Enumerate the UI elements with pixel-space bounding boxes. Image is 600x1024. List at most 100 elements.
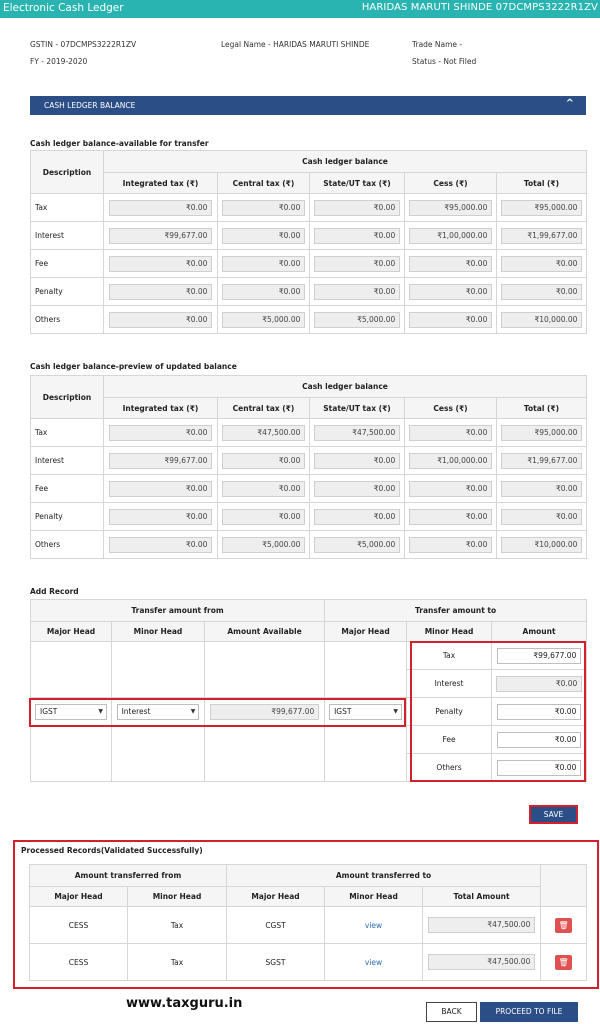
table-row: Interest ₹99,677.00 ₹0.00 ₹0.00 ₹1,00,000.00… (30, 446, 587, 475)
row-label: Interest (30, 446, 104, 475)
balance-value-field: ₹5,000.00 (313, 311, 401, 328)
balance-value-field: ₹0.00 (221, 283, 306, 300)
chevron-down-icon: ▼ (190, 707, 196, 715)
balance-value-field: ₹0.00 (221, 480, 306, 497)
col-cess: Cess (₹) (404, 397, 497, 419)
gstin-text: GSTIN - 07DCMPS3222R1ZV (30, 40, 137, 49)
balance-value-field: ₹0.00 (313, 508, 401, 525)
from-minor-head-select[interactable]: Interest ▼ (116, 703, 200, 720)
col-total-amount: Total Amount (422, 886, 542, 907)
available-balance-title: Cash ledger balance-available for transf… (30, 139, 209, 148)
to-minor-label: Others (406, 753, 493, 782)
balance-value-field: ₹0.00 (221, 452, 306, 469)
balance-value-field: ₹47,500.00 (221, 424, 306, 441)
balance-value-field: ₹0.00 (221, 508, 306, 525)
fy-text: FY - 2019-2020 (30, 57, 88, 66)
to-major-head-select[interactable]: IGST ▼ (329, 703, 402, 720)
to-amount-others-input[interactable]: ₹0.00 (496, 759, 582, 776)
transferred-to-header: Amount transferred to (226, 864, 542, 887)
balance-value-field: ₹0.00 (221, 227, 306, 244)
balance-value-field: ₹0.00 (408, 255, 493, 272)
save-button[interactable]: SAVE (529, 805, 578, 824)
table-row: CESS Tax CGST view ₹47,500.00 🗑 (29, 906, 588, 944)
add-record-title: Add Record (30, 587, 79, 596)
trash-icon[interactable]: 🗑 (555, 954, 573, 970)
processed-records-title: Processed Records(Validated Successfully… (21, 846, 203, 855)
balance-value-field: ₹99,677.00 (108, 452, 213, 469)
col-description: Description (30, 150, 104, 194)
back-button[interactable]: BACK (426, 1002, 477, 1022)
balance-value-field: ₹0.00 (313, 452, 401, 469)
row-label: Tax (30, 418, 104, 447)
col-major-head: Major Head (29, 886, 128, 907)
col-cess: Cess (₹) (404, 172, 497, 194)
to-minor-label: Penalty (406, 697, 493, 726)
row-label: Tax (30, 193, 104, 222)
processed-records-table: Amount transferred from Amount transferr… (28, 864, 588, 981)
view-link[interactable]: view (365, 921, 382, 930)
transfer-from-header: Transfer amount from (29, 599, 326, 622)
transferred-from-header: Amount transferred from (28, 864, 228, 887)
balance-value-field: ₹10,000.00 (500, 311, 583, 328)
watermark-text: www.taxguru.in (126, 996, 243, 1011)
balance-value-field: ₹0.00 (108, 480, 213, 497)
from-major-head: CESS (68, 957, 89, 967)
preview-balance-table: Description Cash ledger balance Integrat… (30, 375, 587, 559)
col-major-head: Major Head (30, 621, 112, 642)
row-label: Fee (30, 249, 104, 278)
balance-value-field: ₹1,00,000.00 (408, 227, 493, 244)
balance-value-field: ₹1,99,677.00 (500, 452, 583, 469)
balance-value-field: ₹5,000.00 (313, 536, 401, 553)
row-label: Others (30, 530, 104, 559)
from-major-head: CESS (68, 920, 89, 930)
col-state-tax: State/UT tax (₹) (309, 172, 405, 194)
col-total: Total (₹) (496, 172, 587, 194)
col-amount-available: Amount Available (203, 621, 326, 642)
col-to-minor-head: Minor Head (406, 621, 493, 642)
view-link[interactable]: view (365, 958, 382, 967)
balance-value-field: ₹95,000.00 (500, 424, 583, 441)
col-minor-head: Minor Head (111, 621, 205, 642)
col-to-minor-head: Minor Head (324, 886, 424, 907)
accordion-label: CASH LEDGER BALANCE (44, 101, 136, 110)
amount-available-field: ₹99,677.00 (209, 703, 320, 720)
trash-icon[interactable]: 🗑 (555, 917, 573, 933)
total-amount-field: ₹47,500.00 (427, 954, 536, 970)
balance-value-field: ₹0.00 (408, 508, 493, 525)
balance-value-field: ₹0.00 (108, 508, 213, 525)
balance-value-field: ₹0.00 (313, 480, 401, 497)
from-major-head-select[interactable]: IGST ▼ (35, 703, 107, 720)
balance-value-field: ₹0.00 (500, 255, 583, 272)
row-label: Interest (30, 221, 104, 250)
col-minor-head: Minor Head (126, 886, 228, 907)
balance-value-field: ₹0.00 (408, 480, 493, 497)
table-row: Tax ₹0.00 ₹47,500.00 ₹47,500.00 ₹0.00 ₹95,000… (30, 418, 587, 447)
preview-balance-title: Cash ledger balance-preview of updated b… (30, 362, 237, 371)
chevron-down-icon: ▼ (393, 707, 398, 715)
to-amount-fee-input[interactable]: ₹0.00 (496, 731, 582, 748)
to-amount-tax-input[interactable]: ₹99,677.00 (496, 647, 582, 664)
col-integrated-tax: Integrated tax (₹) (103, 397, 218, 419)
to-amount-penalty-input[interactable]: ₹0.00 (496, 703, 582, 720)
balance-value-field: ₹0.00 (108, 255, 213, 272)
proceed-to-file-button[interactable]: PROCEED TO FILE (480, 1002, 578, 1022)
balance-value-field: ₹5,000.00 (221, 311, 306, 328)
balance-value-field: ₹0.00 (108, 311, 213, 328)
add-record-table: Transfer amount from Transfer amount to … (29, 599, 588, 782)
total-amount-field: ₹47,500.00 (427, 917, 536, 933)
chevron-up-icon[interactable]: ^ (566, 98, 574, 109)
to-minor-label: Interest (406, 669, 493, 698)
balance-value-field: ₹0.00 (408, 283, 493, 300)
col-central-tax: Central tax (₹) (217, 172, 310, 194)
balance-value-field: ₹0.00 (313, 255, 401, 272)
col-group-cash-ledger: Cash ledger balance (103, 375, 587, 398)
table-row: Fee ₹0.00 ₹0.00 ₹0.00 ₹0.00 ₹0.00 (30, 474, 587, 503)
col-total: Total (₹) (496, 397, 587, 419)
table-row: Others ₹0.00 ₹5,000.00 ₹5,000.00 ₹0.00 ₹10,00… (30, 530, 587, 559)
col-amount: Amount (491, 621, 588, 642)
title-bar: Electronic Cash Ledger HARIDAS MARUTI SH… (0, 0, 600, 18)
cash-ledger-balance-accordion[interactable]: CASH LEDGER BALANCE ^ (30, 96, 586, 115)
from-minor-head: Tax (170, 957, 184, 967)
table-row: Penalty ₹0.00 ₹0.00 ₹0.00 ₹0.00 ₹0.00 (30, 277, 587, 306)
table-row: Others ₹0.00 ₹5,000.00 ₹5,000.00 ₹0.00 ₹10,00… (30, 305, 587, 334)
